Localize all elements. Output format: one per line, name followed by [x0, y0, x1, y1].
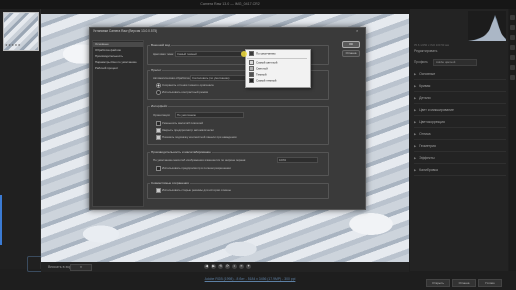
swatch-icon: [249, 72, 254, 77]
before-after-icon[interactable]: ◐: [232, 264, 237, 269]
presets-tool-icon[interactable]: [510, 65, 515, 70]
contrast-radio-label: Использовать контрастный режим: [162, 90, 209, 94]
camera-info: f/5.6 1/250 c ISO 100 50 мм: [414, 43, 449, 47]
preserve-radio-label: Сохранять оттенки темного оригинала: [162, 83, 214, 87]
theme-option-dark[interactable]: Темный: [248, 72, 306, 77]
workflow-options-link[interactable]: Adobe RGB (1998) - 8 бит - 5184 x 3456 (…: [170, 277, 330, 281]
nav-general[interactable]: Основные: [93, 42, 143, 47]
menu-divider: [247, 58, 307, 59]
chevron-right-icon: ▶: [414, 132, 417, 136]
open-button[interactable]: Открыть: [426, 279, 450, 287]
theme-label: Цветовая тема:: [153, 52, 174, 56]
heal-tool-icon[interactable]: [510, 35, 515, 40]
section-geometry[interactable]: ▶ Геометрия: [414, 141, 506, 152]
mask-tool-icon[interactable]: [510, 45, 515, 50]
nav-performance[interactable]: Производительность: [93, 54, 143, 59]
chevron-right-icon: ▶: [414, 96, 417, 100]
thumbnail-rating[interactable]: ★★★★★: [5, 43, 21, 47]
edit-header: Редактировать: [414, 49, 438, 53]
section-color-mixer[interactable]: ▶ Цвет и микширование: [414, 105, 506, 116]
more-icon[interactable]: [510, 75, 515, 80]
scaling-title: Производительность и масштабирование: [150, 150, 212, 154]
section-basic[interactable]: ▶ Основные: [414, 69, 506, 80]
legacy-undo-checkbox[interactable]: [156, 188, 161, 193]
prev-icon[interactable]: ◀: [204, 264, 209, 269]
full-res-label: Использовать предпросмотр в полном разре…: [162, 166, 231, 170]
preserve-radio[interactable]: [156, 83, 161, 88]
next-icon[interactable]: ▶: [211, 264, 216, 269]
theme-option-lightest[interactable]: Самый светлый: [248, 60, 306, 65]
histogram: [468, 11, 506, 41]
swatch-icon: [249, 51, 254, 56]
section-curve[interactable]: ▶ Кривая: [414, 81, 506, 92]
tool-strip: [509, 9, 516, 271]
zoom-pixels-label: Уменьшить масштаб пикселей: [162, 121, 204, 125]
chevron-right-icon: ▶: [414, 156, 417, 160]
appearance-title: Внешний вид: [150, 43, 172, 47]
swatch-icon: [249, 66, 254, 71]
scaling-group: [147, 152, 329, 176]
zoom-dropdown[interactable]: ▾: [70, 264, 92, 271]
interface-title: Интерфейс: [150, 104, 169, 108]
done-button[interactable]: Готово: [478, 279, 502, 287]
chevron-right-icon: ▶: [414, 144, 417, 148]
dialog-cancel-button[interactable]: Отмена: [342, 50, 360, 57]
scaling-dropdown[interactable]: 100%: [277, 157, 318, 163]
redeye-tool-icon[interactable]: [510, 55, 515, 60]
crop-tool-icon[interactable]: [510, 25, 515, 30]
auto-close-label: Закрыть предпросмотр автоматически: [162, 128, 214, 132]
theme-option-darkest[interactable]: Самый темный: [248, 78, 306, 83]
ok-button[interactable]: ОК: [342, 41, 360, 48]
menu-icon[interactable]: ≡: [239, 264, 244, 269]
section-effects[interactable]: ▶ Эффекты: [414, 153, 506, 164]
dialog-title: Установки Camera Raw (Версия 13.0.0.575): [93, 29, 158, 33]
section-calibration[interactable]: ▶ Калибровка: [414, 165, 506, 176]
auto-apply-label: Автоматическая обработка: [153, 76, 190, 80]
profile-label: Профиль: [414, 60, 428, 64]
theme-option-default[interactable]: По умолчанию: [248, 51, 306, 56]
full-res-checkbox[interactable]: [156, 166, 161, 171]
zoom-pixels-checkbox[interactable]: [156, 121, 161, 126]
scaling-line: По умолчанию масштаб изображения изменяе…: [153, 158, 246, 162]
contrast-radio[interactable]: [156, 90, 161, 95]
selection-marker: [0, 195, 2, 245]
swatch-icon: [249, 78, 254, 83]
cursor-highlight-icon: [241, 51, 247, 57]
section-optics[interactable]: ▶ Оптика: [414, 129, 506, 140]
orientation-dropdown[interactable]: По умолчанию: [175, 112, 244, 118]
auto-close-checkbox[interactable]: [156, 128, 161, 133]
nav-raw-defaults[interactable]: Параметры Кэш по умолчанию: [93, 60, 143, 65]
settings-icon[interactable]: ✦: [246, 264, 251, 269]
close-icon[interactable]: ×: [356, 28, 358, 33]
compat-title: Совместимые сохранения: [150, 181, 190, 185]
cancel-button[interactable]: Отмена: [452, 279, 476, 287]
chevron-right-icon: ▶: [414, 72, 417, 76]
rotate-right-icon[interactable]: ⟳: [225, 264, 230, 269]
orientation-label: Ориентация:: [153, 113, 171, 117]
hover-hint-label: Показать подсказку контекстной панели пр…: [162, 135, 237, 139]
chevron-right-icon: ▶: [414, 168, 417, 172]
app-title: Camera Raw 13.0 — IMG_0417.CR2: [200, 2, 260, 6]
profile-dropdown[interactable]: Adobe цветной: [433, 59, 477, 66]
hover-hint-checkbox[interactable]: [156, 135, 161, 140]
edit-tool-icon[interactable]: [510, 15, 515, 20]
chevron-right-icon: ▶: [414, 108, 417, 112]
section-color-grading[interactable]: ▶ Цветокоррекция: [414, 117, 506, 128]
rotate-left-icon[interactable]: ⟲: [218, 264, 223, 269]
legacy-undo-label: Использовать старые режимы для истории о…: [162, 188, 231, 192]
swatch-icon: [249, 60, 254, 65]
preview-controls: ◀ ▶ ⟲ ⟳ ◐ ≡ ✦: [204, 264, 252, 270]
theme-option-light[interactable]: Светлый: [248, 66, 306, 71]
nav-file-handling[interactable]: Обработка файлов: [93, 48, 143, 53]
nav-workflow[interactable]: Рабочий процесс: [93, 66, 143, 71]
theme-dropdown[interactable]: Самый темный: [175, 51, 242, 57]
presets-title: Пресет: [150, 68, 163, 72]
section-detail[interactable]: ▶ Детали: [414, 93, 506, 104]
chevron-right-icon: ▶: [414, 84, 417, 88]
chevron-right-icon: ▶: [414, 120, 417, 124]
